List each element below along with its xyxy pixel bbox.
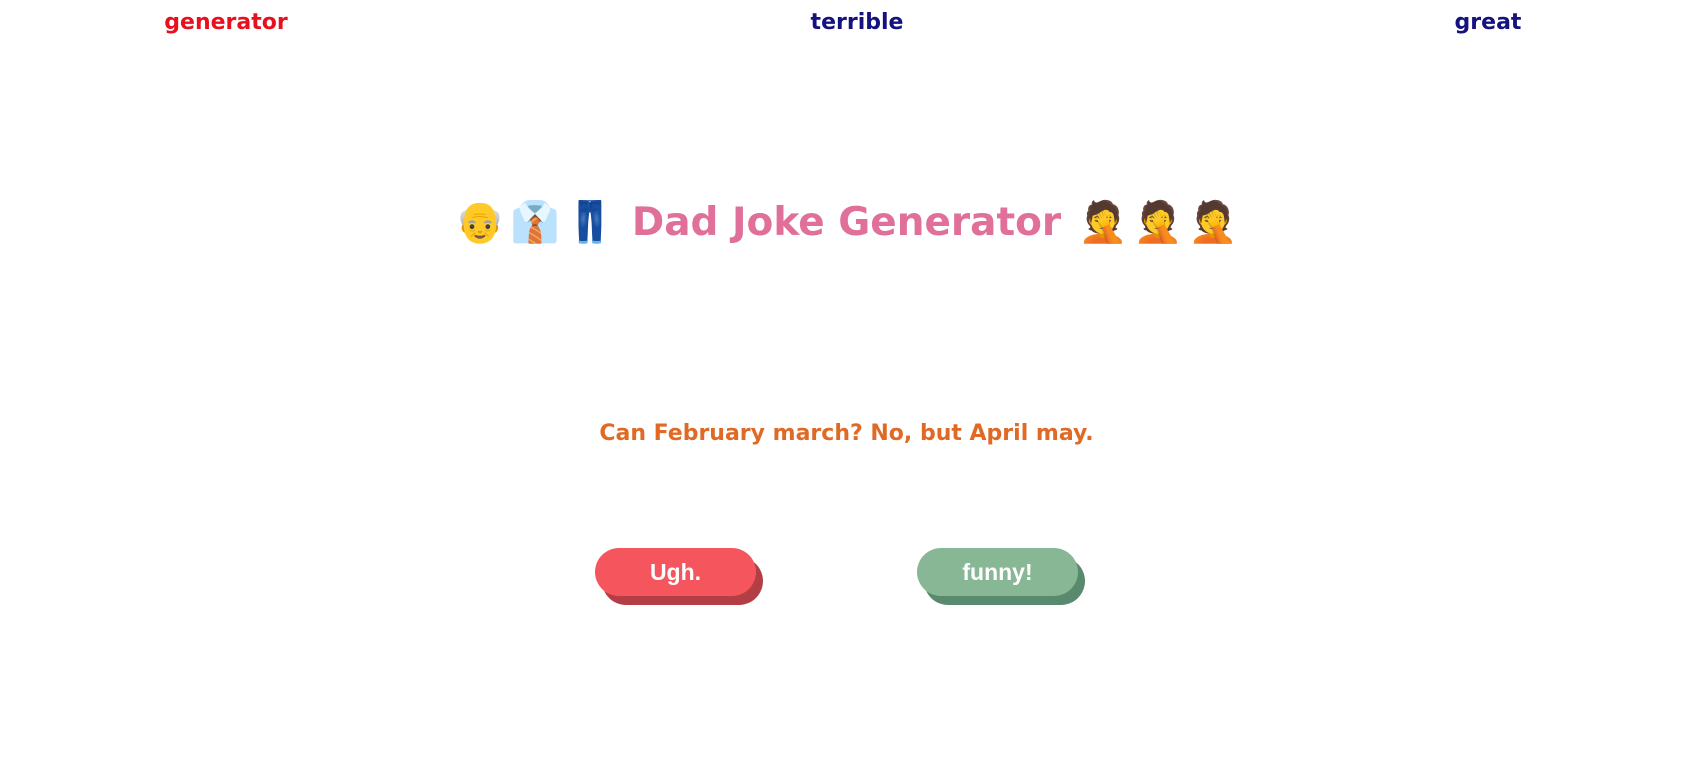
nav-link-terrible[interactable]: terrible (811, 10, 904, 35)
funny-button[interactable]: funny! (917, 548, 1078, 596)
nav-link-great[interactable]: great (1455, 10, 1522, 35)
page-header: 👴 👔 👖 Dad Joke Generator 🤦 🤦 🤦 (0, 195, 1693, 249)
facepalm-emoji-icon: 🤦 (1133, 199, 1183, 246)
page-title: Dad Joke Generator (631, 199, 1062, 245)
shirt-tie-emoji-icon: 👔 (510, 199, 560, 246)
facepalm-emoji-icon: 🤦 (1078, 199, 1129, 246)
ugh-button[interactable]: Ugh. (595, 548, 756, 596)
old-man-emoji-icon: 👴 (455, 199, 505, 246)
facepalm-emoji-icon: 🤦 (1188, 199, 1238, 246)
top-nav: generator terrible great (0, 10, 1693, 40)
nav-link-generator[interactable]: generator (164, 10, 287, 35)
joke-text: Can February march? No, but April may. (599, 421, 1094, 446)
jeans-emoji-icon: 👖 (564, 199, 615, 246)
